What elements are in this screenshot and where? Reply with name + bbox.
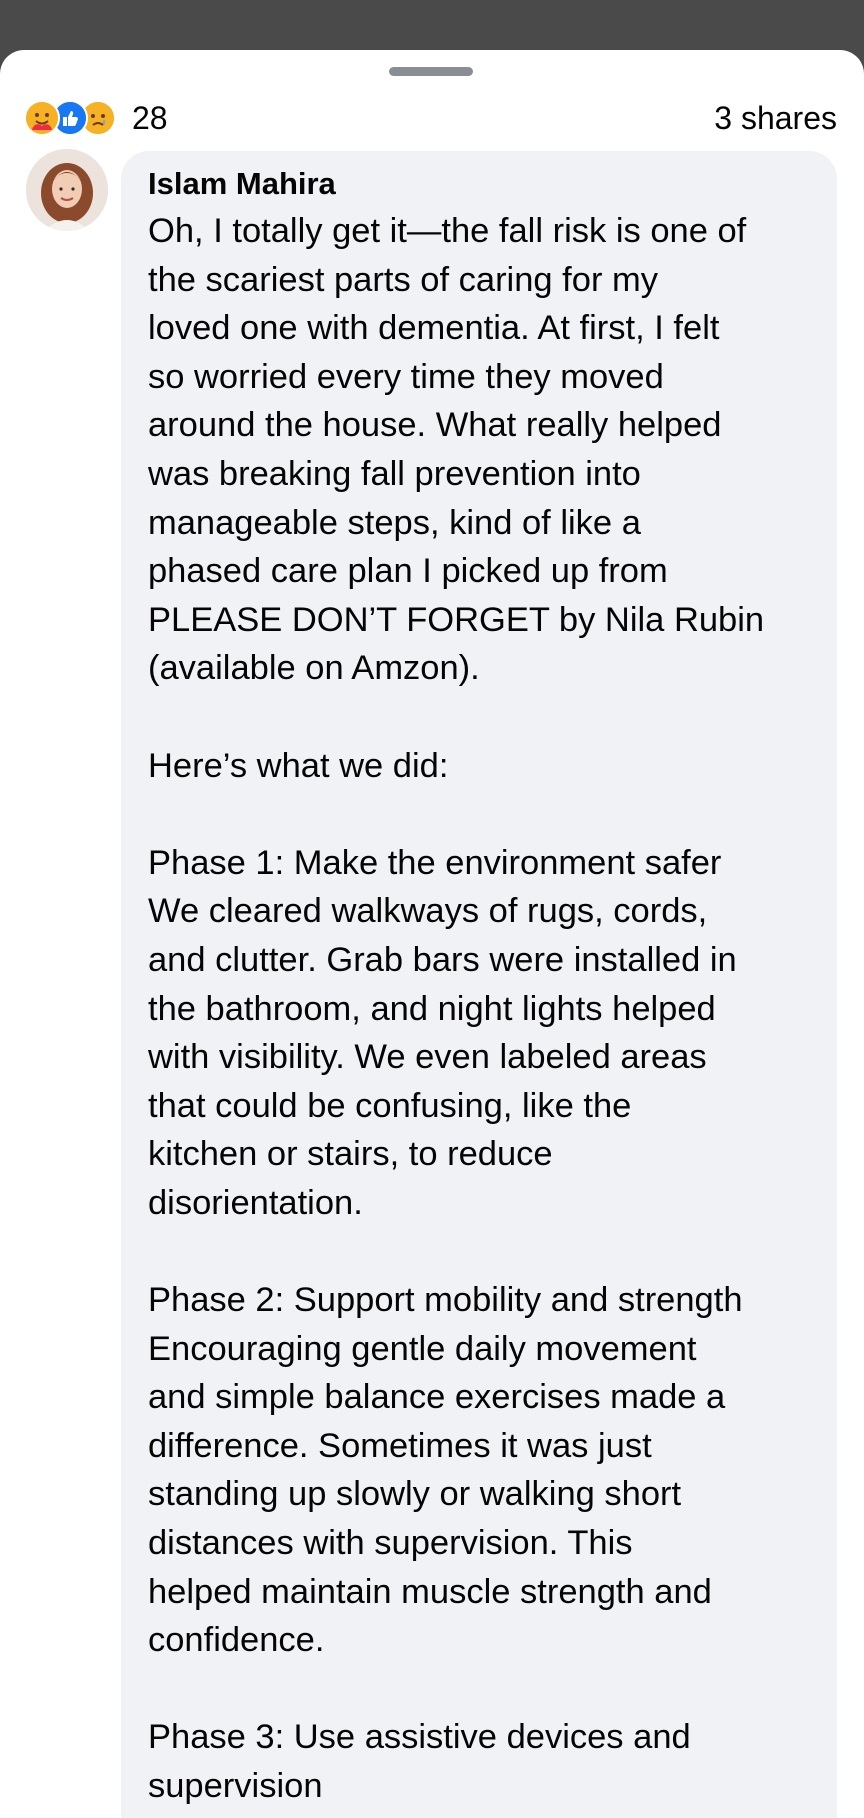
comment-text-line: loved one with dementia. At first, I fel… — [148, 309, 720, 348]
comment-text-line: We cleared walkways of rugs, cords, — [148, 892, 708, 931]
comment-author-name[interactable]: Islam Mahira — [148, 164, 336, 204]
comment-text-line: confidence. — [148, 1621, 325, 1660]
comment-paragraph-gap — [148, 1227, 828, 1276]
comment-bubble: Islam Mahira Oh, I totally get it—the fa… — [121, 151, 837, 1818]
comment-text-line: phased care plan I picked up from — [148, 552, 668, 591]
comment-paragraph-gap — [148, 1665, 828, 1714]
comment-text-line: Phase 2: Support mobility and strength — [148, 1281, 743, 1320]
comment-text-line: Phase 1: Make the environment safer — [148, 843, 722, 882]
comment-text: Oh, I totally get it—the fall risk is on… — [148, 207, 828, 1811]
comment-text-line: Phase 3: Use assistive devices and — [148, 1718, 691, 1757]
commenter-avatar[interactable] — [26, 149, 108, 231]
comment-text-line: the scariest parts of caring for my — [148, 260, 659, 299]
comment-text-line: (available on Amzon). — [148, 649, 480, 688]
comment-text-line: so worried every time they moved — [148, 357, 664, 396]
comment-text-line: PLEASE DON’T FORGET by Nila Rubin — [148, 600, 765, 639]
care-reaction-icon — [24, 100, 60, 136]
comment-text-line: the bathroom, and night lights helped — [148, 989, 716, 1028]
comment-text-line: Encouraging gentle daily movement — [148, 1329, 697, 1368]
comment-text-line: difference. Sometimes it was just — [148, 1426, 652, 1465]
comment-paragraph-gap — [148, 693, 828, 742]
reaction-count[interactable]: 28 — [132, 98, 168, 138]
comment-text-line: helped maintain muscle strength and — [148, 1572, 712, 1611]
reactions-summary-bar: 28 3 shares — [24, 94, 840, 142]
comment-text-line: and simple balance exercises made a — [148, 1378, 726, 1417]
comment-text-line: around the house. What really helped — [148, 406, 722, 445]
comment-text-line: kitchen or stairs, to reduce — [148, 1135, 553, 1174]
comment-text-line: distances with supervision. This — [148, 1524, 633, 1563]
comment-text-line: manageable steps, kind of like a — [148, 503, 641, 542]
comment-text-line: and clutter. Grab bars were installed in — [148, 940, 737, 979]
comment-text-line: with visibility. We even labeled areas — [148, 1038, 707, 1077]
reaction-icons-group[interactable] — [24, 100, 116, 136]
comment-text-line: supervision — [148, 1767, 323, 1805]
comment-text-line: Here’s what we did: — [148, 746, 449, 785]
comments-sheet: 28 3 shares Islam Mahira Oh, I totally g… — [0, 50, 864, 1818]
comment-text-line: standing up slowly or walking short — [148, 1475, 682, 1514]
shares-count[interactable]: 3 shares — [714, 98, 837, 138]
comment-text-line: Oh, I totally get it—the fall risk is on… — [148, 212, 747, 250]
comment-paragraph-gap — [148, 790, 828, 839]
sheet-drag-handle[interactable] — [389, 67, 473, 76]
backdrop-overlay — [0, 0, 864, 52]
comment-text-line: was breaking fall prevention into — [148, 454, 641, 493]
comment-text-line: disorientation. — [148, 1183, 363, 1222]
comment-text-line: that could be confusing, like the — [148, 1086, 632, 1125]
